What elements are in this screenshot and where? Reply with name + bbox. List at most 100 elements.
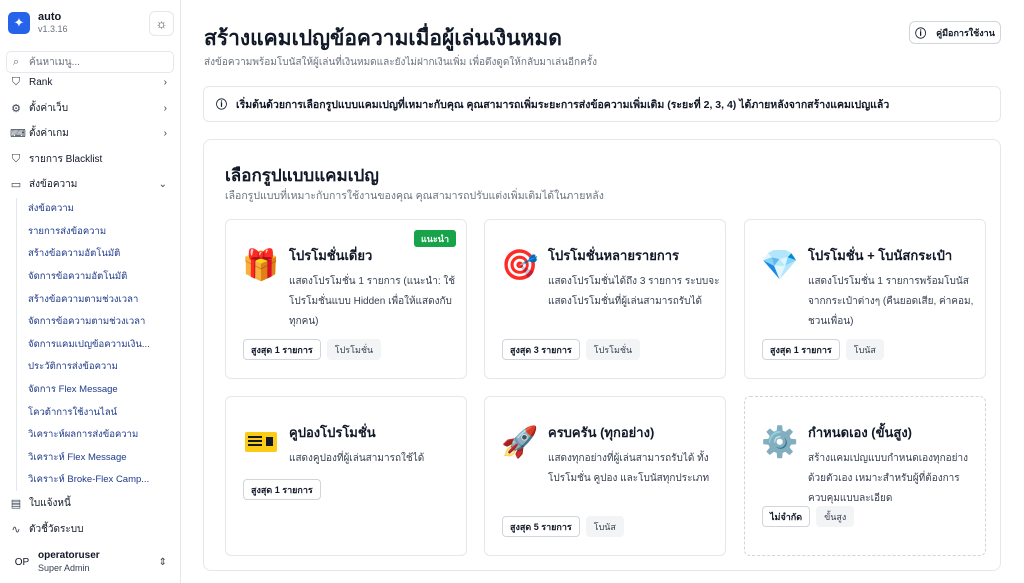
chevron-right-icon: › xyxy=(163,77,167,89)
sidebar-item-game-settings[interactable]: ⌨ ตั้งค่าเกม › xyxy=(0,121,181,147)
panel-subtitle: เลือกรูปแบบที่เหมาะกับการใช้งานของคุณ คุ… xyxy=(225,190,604,202)
submenu-item[interactable]: จัดการข้อความตามช่วงเวลา xyxy=(17,310,181,333)
theme-toggle-button[interactable]: ☼ xyxy=(149,11,174,36)
card-limit-tag: สูงสุด 5 รายการ xyxy=(502,516,580,537)
sidebar-item-label: ตั้งค่าเกม xyxy=(29,128,69,140)
submenu-item[interactable]: วิเคราะห์ Flex Message xyxy=(17,446,181,469)
sidebar-item-invoice[interactable]: ▤ ใบแจ้งหนี้ xyxy=(0,491,181,517)
page-subtitle: ส่งข้อความพร้อมโบนัสให้ผู้เล่นที่เงินหมด… xyxy=(204,57,598,68)
gift-icon: 🎁 xyxy=(242,248,280,282)
recommended-badge: แนะนำ xyxy=(414,230,456,247)
submenu-item[interactable]: สร้างข้อความตามช่วงเวลา xyxy=(17,288,181,311)
sidebar-item-label: ใบแจ้งหนี้ xyxy=(29,498,71,510)
card-limit-tag: สูงสุด 1 รายการ xyxy=(243,479,321,500)
campaign-card-coupon[interactable]: คูปองโปรโมชั่น แสดงคูปองที่ผู้เล่นสามารถ… xyxy=(225,396,467,556)
card-description: แสดงโปรโมชั่น 1 รายการ (แนะนำ: ใช้โปรโมช… xyxy=(289,276,456,327)
card-title: กำหนดเอง (ขั้นสูง) xyxy=(808,425,912,440)
card-category-tag: โปรโมชั่น xyxy=(326,339,382,360)
activity-icon: ∿ xyxy=(11,523,21,536)
campaign-card-single-promotion[interactable]: แนะนำ 🎁 โปรโมชั่นเดี่ยว แสดงโปรโมชั่น 1 … xyxy=(225,219,467,379)
submenu-item[interactable]: จัดการข้อความอัตโนมัติ xyxy=(17,265,181,288)
panel-title: เลือกรูปแบบแคมเปญ xyxy=(225,166,379,185)
submenu-item[interactable]: วิเคราะห์ Broke-Flex Camp... xyxy=(17,469,181,492)
submenu-item[interactable]: ประวัติการส่งข้อความ xyxy=(17,356,181,379)
campaign-card-multi-promotion[interactable]: 🎯 โปรโมชั่นหลายรายการ แสดงโปรโมชั่นได้ถึ… xyxy=(484,219,726,379)
app-logo-icon: ✦ xyxy=(8,12,30,34)
card-title: ครบครัน (ทุกอย่าง) xyxy=(548,425,655,440)
card-description: แสดงคูปองที่ผู้เล่นสามารถใช้ได้ xyxy=(289,453,425,464)
user-role: Super Admin xyxy=(38,563,90,573)
app-version: v1.3.16 xyxy=(38,24,68,34)
sidebar-nav: ⛉ Rank › ⚙ ตั้งค่าเว็บ › ⌨ ตั้งค่าเกม › … xyxy=(0,70,181,542)
app-root: ✦ auto v1.3.16 ☼ ⌕ ค้นหาเมนู... ⛉ Rank ›… xyxy=(0,0,1024,583)
invoice-icon: ▤ xyxy=(10,498,22,511)
gear-icon: ⚙️ xyxy=(761,425,799,459)
chevron-up-down-icon: ⇕ xyxy=(158,556,167,568)
submenu-item[interactable]: วิเคราะห์ผลการส่งข้อความ xyxy=(17,423,181,446)
submenu-item[interactable]: จัดการแคมเปญข้อความเงิน... xyxy=(17,333,181,356)
campaign-card-complete[interactable]: 🚀 ครบครัน (ทุกอย่าง) แสดงทุกอย่างที่ผู้เ… xyxy=(484,396,726,556)
message-icon: ▭ xyxy=(10,179,22,192)
card-title: โปรโมชั่นเดี่ยว xyxy=(289,248,373,263)
rocket-icon: 🚀 xyxy=(501,425,539,459)
info-alert: ⓘ เริ่มต้นด้วยการเลือกรูปแบบแคมเปญที่เหม… xyxy=(203,86,1001,122)
submenu-item[interactable]: รายการส่งข้อความ xyxy=(17,220,181,243)
campaign-card-custom[interactable]: ⚙️ กำหนดเอง (ขั้นสูง) สร้างแคมเปญแบบกำหน… xyxy=(744,396,986,556)
card-category-tag: โบนัส xyxy=(845,339,884,360)
sidebar-item-label: ตัวชี้วัดระบบ xyxy=(29,523,84,535)
campaign-card-promotion-bonus[interactable]: 💎 โปรโมชั่น + โบนัสกระเป๋า แสดงโปรโมชั่น… xyxy=(744,219,986,379)
sidebar-item-label: รายการ Blacklist xyxy=(29,153,103,165)
sidebar-item-rank[interactable]: ⛉ Rank › xyxy=(0,70,181,96)
card-limit-tag: ไม่จำกัด xyxy=(762,506,811,527)
shield-icon: ⛉ xyxy=(11,76,21,89)
campaign-type-panel: เลือกรูปแบบแคมเปญ เลือกรูปแบบที่เหมาะกับ… xyxy=(203,139,1001,571)
help-guide-label: คู่มือการใช้งาน xyxy=(936,27,995,38)
chevron-right-icon: › xyxy=(163,102,167,114)
sun-icon: ☼ xyxy=(155,16,168,31)
avatar: OP xyxy=(14,556,30,568)
sidebar-item-blacklist[interactable]: ⛉ รายการ Blacklist xyxy=(0,147,181,173)
diamond-icon: 💎 xyxy=(761,248,799,282)
ticket-icon xyxy=(242,423,280,461)
target-icon: 🎯 xyxy=(501,248,539,282)
card-title: โปรโมชั่น + โบนัสกระเป๋า xyxy=(808,248,953,263)
main-content: สร้างแคมเปญข้อความเมื่อผู้เล่นเงินหมด ส่… xyxy=(181,0,1024,583)
info-icon: ⓘ xyxy=(216,99,227,111)
card-limit-tag: สูงสุด 1 รายการ xyxy=(243,339,321,360)
card-limit-tag: สูงสุด 1 รายการ xyxy=(762,339,840,360)
sidebar-item-label: Rank xyxy=(29,77,53,89)
submenu-item[interactable]: จัดการ Flex Message xyxy=(17,378,181,401)
sidebar-item-metrics[interactable]: ∿ ตัวชี้วัดระบบ xyxy=(0,517,181,543)
search-icon: ⌕ xyxy=(13,55,20,68)
search-placeholder: ค้นหาเมนู... xyxy=(29,56,80,68)
app-name: auto xyxy=(38,11,62,23)
submenu-item[interactable]: โควต้าการใช้งานไลน์ xyxy=(17,401,181,424)
user-menu[interactable]: OP operatoruser Super Admin ⇕ xyxy=(0,547,181,577)
card-category-tag: โปรโมชั่น xyxy=(585,339,641,360)
sidebar-submenu: ส่งข้อความ รายการส่งข้อความ สร้างข้อความ… xyxy=(16,197,181,492)
submenu-item[interactable]: สร้างข้อความอัตโนมัติ xyxy=(17,243,181,266)
card-title: โปรโมชั่นหลายรายการ xyxy=(548,248,679,263)
card-limit-tag: สูงสุด 3 รายการ xyxy=(502,339,580,360)
gear-icon: ⚙ xyxy=(11,102,21,115)
help-circle-icon: ⓘ xyxy=(915,27,927,40)
card-title: คูปองโปรโมชั่น xyxy=(289,425,376,440)
sidebar: ✦ auto v1.3.16 ☼ ⌕ ค้นหาเมนู... ⛉ Rank ›… xyxy=(0,0,181,583)
card-description: แสดงโปรโมชั่น 1 รายการพร้อมโบนัสจากกระเป… xyxy=(808,276,974,327)
gamepad-icon: ⌨ xyxy=(10,128,26,141)
card-description: แสดงโปรโมชั่นได้ถึง 3 รายการ ระบบจะแสดงโ… xyxy=(548,276,720,307)
sidebar-item-send-message[interactable]: ▭ ส่งข้อความ ⌄ xyxy=(0,172,181,198)
sidebar-item-web-settings[interactable]: ⚙ ตั้งค่าเว็บ › xyxy=(0,96,181,122)
card-category-tag: โบนัส xyxy=(585,516,624,537)
help-guide-button[interactable]: ⓘ คู่มือการใช้งาน xyxy=(909,21,1001,44)
card-description: สร้างแคมเปญแบบกำหนดเองทุกอย่างด้วยตัวเอง… xyxy=(808,453,969,504)
sidebar-item-label: ส่งข้อความ xyxy=(29,179,78,191)
chevron-right-icon: › xyxy=(163,128,167,140)
sidebar-item-label: ตั้งค่าเว็บ xyxy=(29,102,69,114)
user-name: operatoruser xyxy=(38,550,100,561)
chevron-down-icon: ⌄ xyxy=(158,179,167,191)
info-alert-text: เริ่มต้นด้วยการเลือกรูปแบบแคมเปญที่เหมาะ… xyxy=(236,98,890,111)
submenu-item[interactable]: ส่งข้อความ xyxy=(17,198,181,221)
card-category-tag: ขั้นสูง xyxy=(816,506,855,527)
card-description: แสดงทุกอย่างที่ผู้เล่นสามารถรับได้ ทั้งโ… xyxy=(548,453,710,484)
